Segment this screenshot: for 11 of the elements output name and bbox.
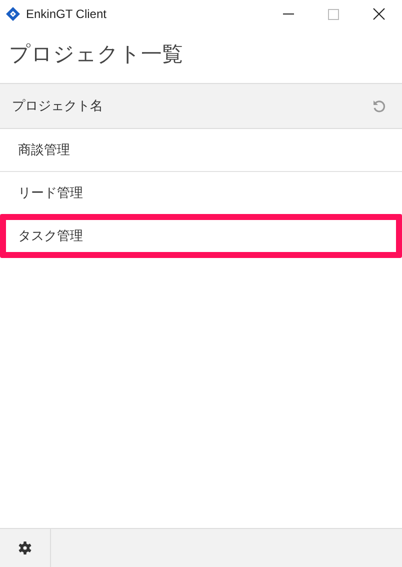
column-header: プロジェクト名 — [12, 98, 103, 115]
refresh-icon[interactable] — [372, 99, 386, 113]
project-row[interactable]: 商談管理 — [0, 129, 402, 172]
project-row[interactable]: タスク管理 — [0, 214, 402, 258]
close-icon[interactable] — [373, 8, 385, 20]
minimize-icon[interactable] — [283, 13, 294, 15]
window-title: EnkinGT Client — [26, 7, 106, 21]
project-row[interactable]: リード管理 — [0, 172, 402, 215]
app-logo-icon — [6, 7, 20, 21]
page-heading: プロジェクト一覧 — [8, 41, 184, 68]
settings-icon[interactable] — [18, 541, 32, 555]
